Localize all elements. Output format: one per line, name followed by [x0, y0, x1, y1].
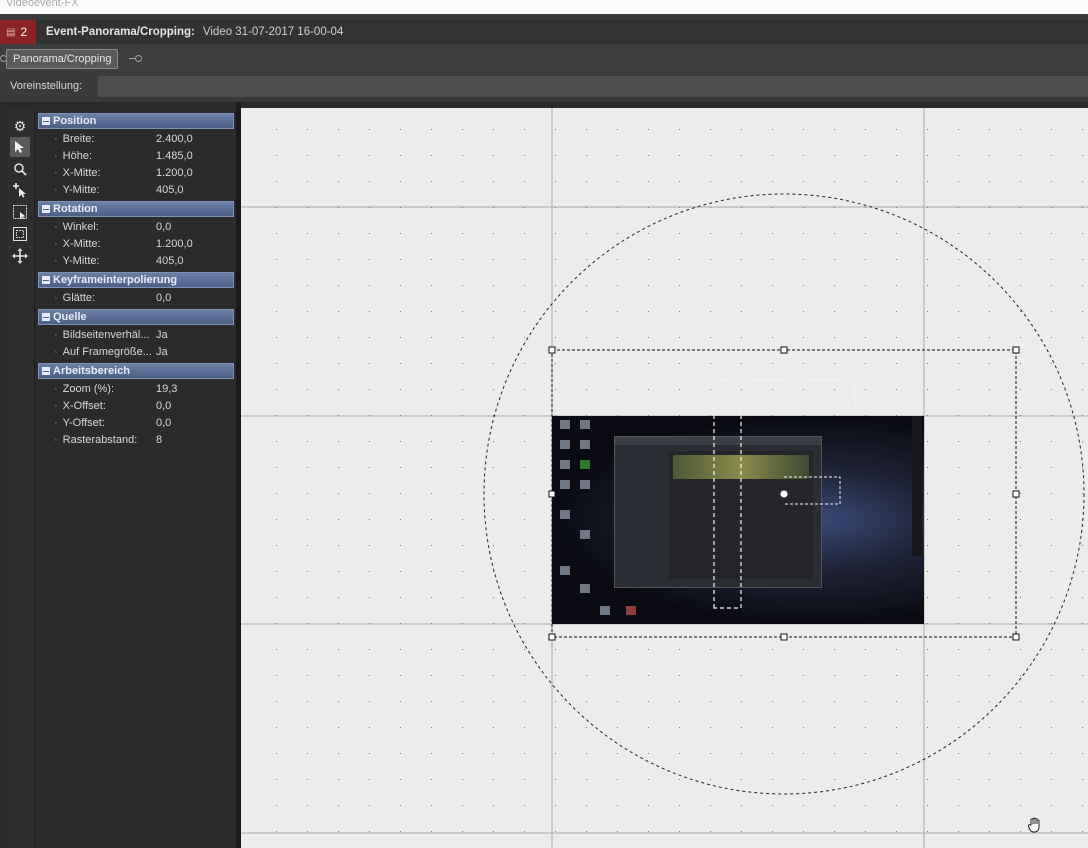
handle-left[interactable] — [548, 490, 556, 498]
handle-bottom-right[interactable] — [1012, 633, 1020, 641]
handle-top-right[interactable] — [1012, 346, 1020, 354]
handle-bottom-left[interactable] — [548, 633, 556, 641]
center-marker-outline — [784, 476, 841, 505]
handle-top-left[interactable] — [548, 346, 556, 354]
handle-top[interactable] — [780, 346, 788, 354]
hand-cursor-icon — [1026, 816, 1044, 839]
handle-bottom[interactable] — [780, 633, 788, 641]
crop-overlay — [483, 193, 1085, 795]
handle-right[interactable] — [1012, 490, 1020, 498]
center-handle[interactable] — [779, 489, 789, 499]
